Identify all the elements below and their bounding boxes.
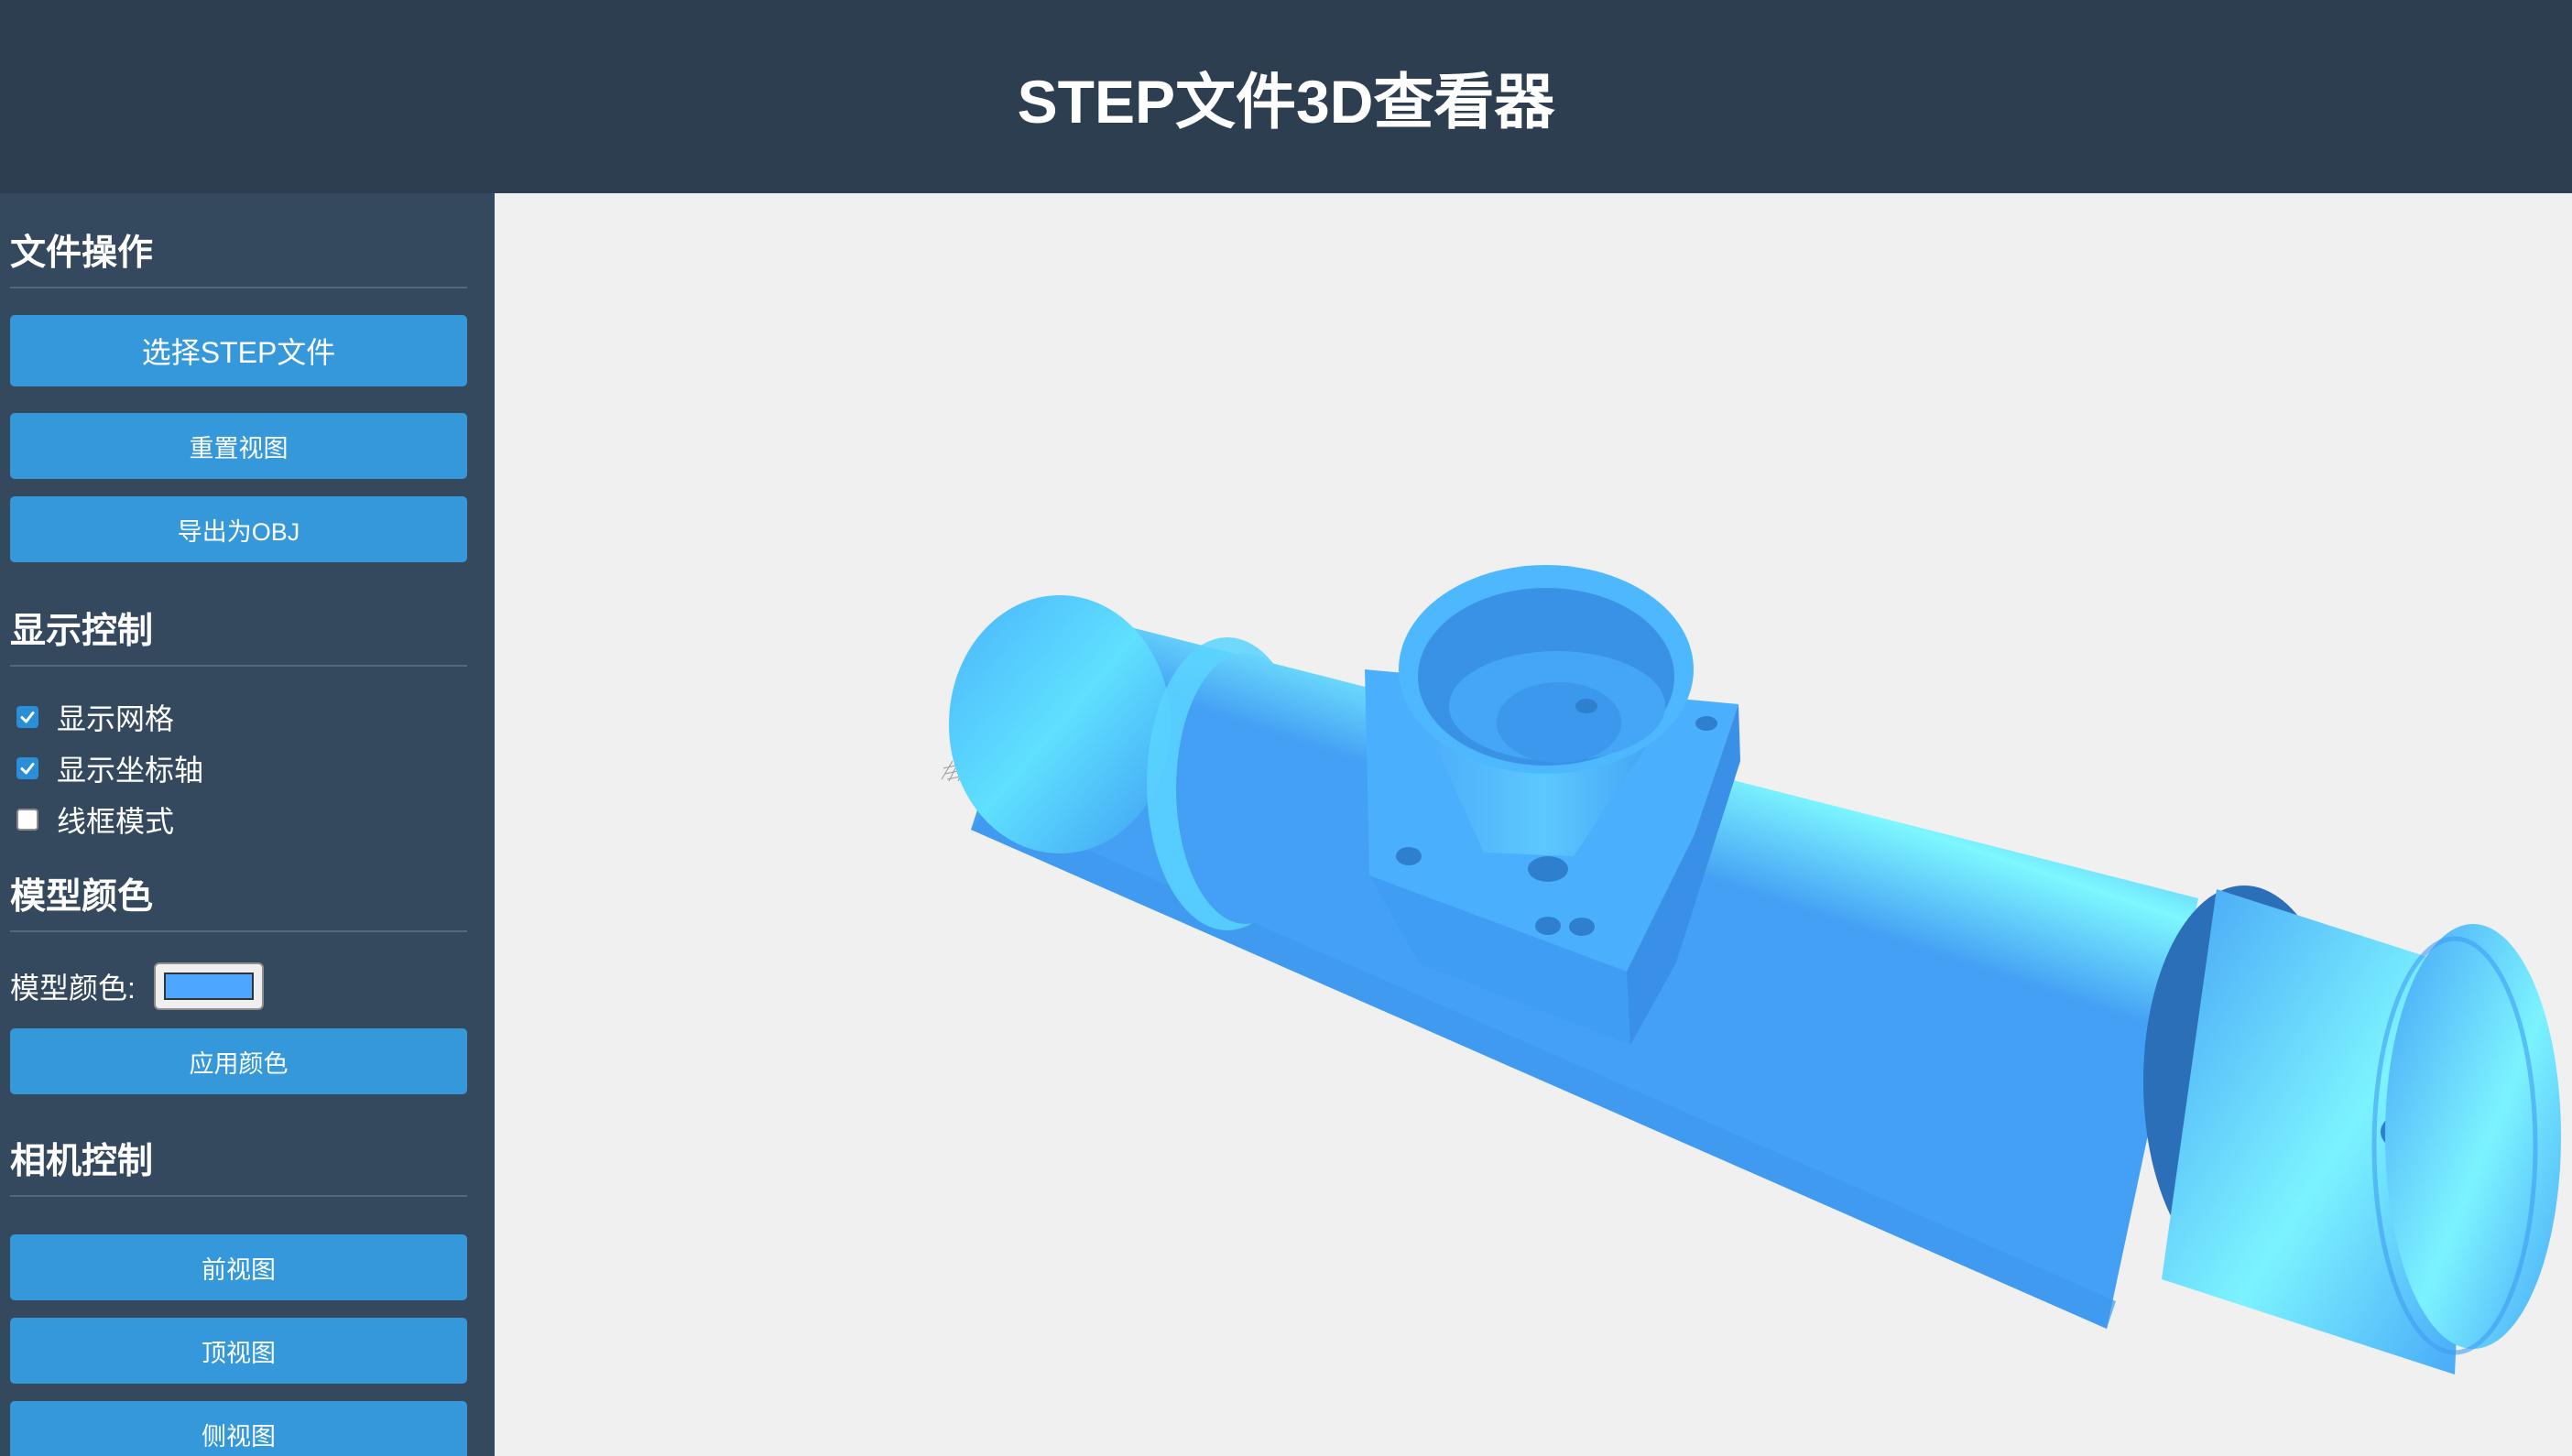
section-title-camera: 相机控制	[10, 1133, 467, 1197]
show-grid-option[interactable]: 显示网格	[16, 697, 174, 737]
color-swatch	[163, 972, 254, 1000]
model-color-label: 模型颜色:	[10, 972, 136, 1005]
export-obj-button[interactable]: 导出为OBJ	[10, 496, 467, 562]
model-color-row: 模型颜色:	[10, 961, 264, 1012]
model-color-picker[interactable]	[153, 962, 264, 1010]
page-title: STEP文件3D查看器	[1017, 67, 1555, 136]
show-grid-label: 显示网格	[57, 702, 175, 735]
apply-color-button[interactable]: 应用颜色	[10, 1028, 467, 1094]
model-render	[941, 565, 2561, 1375]
side-view-button[interactable]: 侧视图	[10, 1401, 467, 1456]
header: STEP文件3D查看器	[0, 0, 2572, 193]
select-step-file-button[interactable]: 选择STEP文件	[10, 315, 467, 386]
wireframe-checkbox[interactable]	[16, 809, 38, 831]
reset-view-button[interactable]: 重置视图	[10, 413, 467, 479]
section-title-display: 显示控制	[10, 603, 467, 667]
wireframe-label: 线框模式	[57, 805, 175, 838]
front-view-button[interactable]: 前视图	[10, 1234, 467, 1300]
show-grid-checkbox[interactable]	[16, 706, 38, 728]
section-title-file-ops: 文件操作	[10, 224, 467, 288]
3d-viewport[interactable]	[495, 193, 2572, 1456]
section-title-model-color: 模型颜色	[10, 868, 467, 932]
check-icon	[20, 763, 35, 775]
show-axes-option[interactable]: 显示坐标轴	[16, 748, 203, 788]
check-icon	[20, 712, 35, 723]
wireframe-option[interactable]: 线框模式	[16, 799, 174, 840]
app-window: STEP文件3D查看器 文件操作 选择STEP文件 重置视图 导出为OBJ 显示…	[0, 0, 2572, 1456]
top-view-button[interactable]: 顶视图	[10, 1318, 467, 1384]
sidebar: 文件操作 选择STEP文件 重置视图 导出为OBJ 显示控制 显示网格 显示坐标…	[0, 193, 495, 1456]
show-axes-checkbox[interactable]	[16, 757, 38, 779]
show-axes-label: 显示坐标轴	[57, 754, 204, 787]
pipe-left-end	[949, 595, 1171, 853]
